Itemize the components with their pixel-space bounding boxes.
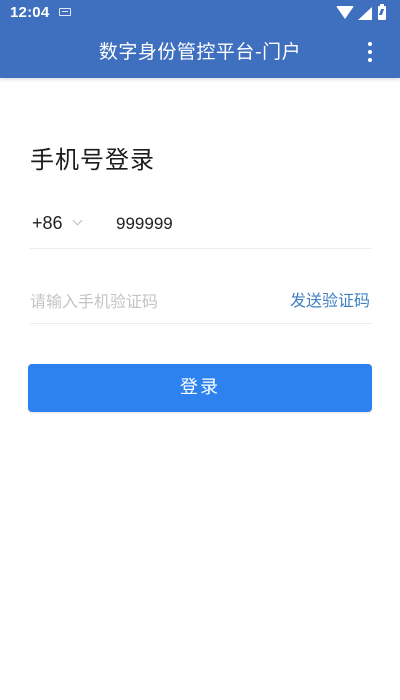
battery-charging-icon — [378, 4, 386, 20]
phone-number-input[interactable] — [116, 211, 356, 237]
chevron-down-icon[interactable] — [72, 215, 83, 226]
wifi-icon — [336, 6, 354, 19]
page-title: 手机号登录 — [30, 146, 155, 174]
status-icons — [336, 4, 390, 21]
app-title: 数字身份管控平台-门户 — [98, 41, 302, 63]
more-vert-icon[interactable] — [362, 38, 378, 66]
keyboard-icon — [59, 8, 71, 16]
app-bar: 数字身份管控平台-门户 — [0, 26, 400, 78]
login-button[interactable]: 登录 — [28, 364, 372, 412]
menu-dot — [368, 58, 372, 62]
verification-code-input[interactable] — [30, 288, 250, 314]
status-bar: 12:04 — [0, 0, 400, 26]
verification-code-row: 发送验证码 — [30, 278, 372, 324]
country-code-selector[interactable]: +86 — [32, 213, 63, 234]
menu-dot — [368, 50, 372, 54]
status-time: 12:04 — [10, 4, 50, 21]
menu-dot — [368, 42, 372, 46]
phone-row: +86 — [30, 203, 372, 249]
send-code-button[interactable]: 发送验证码 — [290, 287, 370, 311]
signal-icon — [358, 7, 372, 20]
